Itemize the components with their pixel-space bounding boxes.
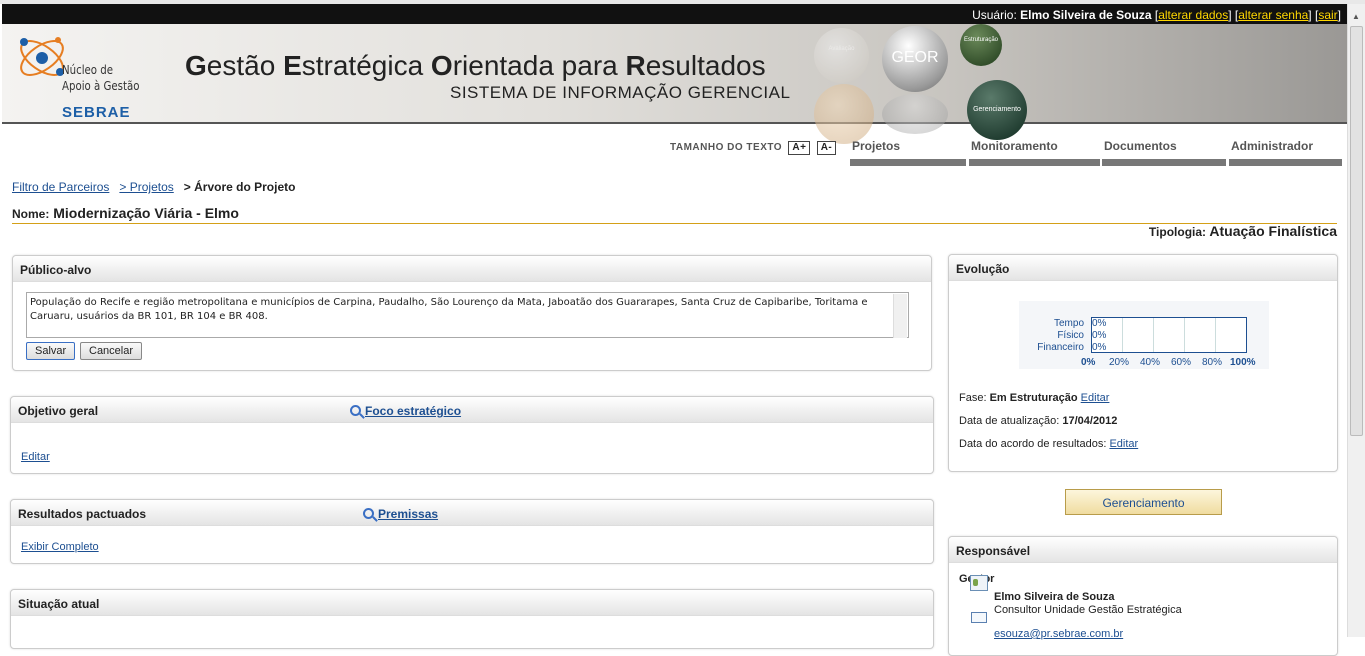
cancel-button[interactable]: Cancelar <box>80 342 143 360</box>
exibir-completo-link[interactable]: Exibir Completo <box>21 541 99 553</box>
logo-text: Núcleo de Apoio à Gestão <box>62 63 140 93</box>
breadcrumb-current: > Árvore do Projeto <box>183 180 296 194</box>
user-name: Elmo Silveira de Souza <box>1020 8 1152 22</box>
sphere-avaliacao-2 <box>814 84 874 144</box>
chart-tick: 100% <box>1230 357 1256 368</box>
evolucao-panel: Evolução Tempo Físico Financeiro 0% 0% 0… <box>948 254 1338 472</box>
text-size-control: TAMANHO DO TEXTO A+ A- <box>670 141 837 155</box>
sphere-geor: GEOR <box>882 26 948 92</box>
chart-value-tempo: 0% <box>1092 318 1107 329</box>
textarea-scrollbar[interactable] <box>893 294 907 338</box>
fase-info: Fase: Em Estruturação Editar <box>959 392 1110 404</box>
save-button[interactable]: Salvar <box>26 342 76 360</box>
chart-tick: 20% <box>1109 357 1130 368</box>
chart-tick: 60% <box>1171 357 1192 368</box>
chart-tick: 80% <box>1202 357 1223 368</box>
progress-chart: Tempo Físico Financeiro 0% 0% 0% 0% 20% … <box>1019 301 1269 369</box>
publico-alvo-panel: Público-alvo População do Recife e regiã… <box>12 255 932 371</box>
logo-brand: SEBRAE <box>62 104 131 121</box>
magnifier-icon <box>350 405 361 416</box>
evolucao-title: Evolução <box>949 255 1337 281</box>
chart-label-fisico: Físico <box>1057 330 1084 341</box>
nav-documentos[interactable]: Documentos <box>1102 139 1226 166</box>
chart-tick: 40% <box>1140 357 1161 368</box>
responsavel-position: Consultor Unidade Gestão Estratégica <box>994 604 1182 616</box>
gerenciamento-button[interactable]: Gerenciamento <box>1065 489 1222 515</box>
sphere-estruturacao: Estruturação <box>960 24 1002 66</box>
responsavel-panel: Responsável Gestor Elmo Silveira de Souz… <box>948 536 1338 656</box>
chart-label-tempo: Tempo <box>1053 318 1084 329</box>
breadcrumb-projetos[interactable]: > Projetos <box>119 180 173 194</box>
user-card-icon <box>970 575 988 591</box>
objetivo-geral-panel: Objetivo geral Foco estratégico Editar <box>10 396 934 474</box>
objetivo-geral-title: Objetivo geral <box>18 404 99 418</box>
nav-monitoramento[interactable]: Monitoramento <box>969 139 1100 166</box>
sphere-avaliacao: Avaliação <box>814 28 869 83</box>
objetivo-edit-link[interactable]: Editar <box>21 451 50 463</box>
page-main-title: Gestão Estratégica Orientada para Result… <box>185 50 766 81</box>
atualizacao-info: Data de atualização: 17/04/2012 <box>959 415 1118 427</box>
scroll-thumb[interactable] <box>1350 26 1363 436</box>
header-banner: Núcleo de Apoio à Gestão SEBRAE Gestão E… <box>2 24 1347 144</box>
publico-alvo-textarea[interactable]: População do Recife e região metropolita… <box>26 292 909 338</box>
user-bar: Usuário: Elmo Silveira de Souza [alterar… <box>2 4 1347 24</box>
resultados-pactuados-panel: Resultados pactuados Premissas Exibir Co… <box>10 499 934 564</box>
chart-grid <box>1091 317 1247 353</box>
scroll-up-icon[interactable]: ▲ <box>1352 12 1360 21</box>
page-scrollbar[interactable]: ▲ <box>1347 4 1365 637</box>
foco-estrategico-link[interactable]: Foco estratégico <box>350 404 461 418</box>
situacao-atual-panel: Situação atual <box>10 589 934 649</box>
chart-label-financeiro: Financeiro <box>1037 342 1084 353</box>
acordo-edit-link[interactable]: Editar <box>1109 438 1138 450</box>
breadcrumb: Filtro de Parceiros > Projetos > Árvore … <box>12 180 295 194</box>
chart-tick: 0% <box>1081 357 1096 368</box>
chart-value-financeiro: 0% <box>1092 342 1107 353</box>
sphere-geor-shadow <box>882 94 948 134</box>
situacao-title: Situação atual <box>11 590 933 616</box>
magnifier-icon <box>363 508 374 519</box>
responsavel-name: Elmo Silveira de Souza <box>994 591 1115 603</box>
text-increase-button[interactable]: A+ <box>788 141 811 155</box>
mail-icon <box>971 612 987 623</box>
nav-projetos[interactable]: Projetos <box>850 139 966 166</box>
acordo-info: Data do acordo de resultados: Editar <box>959 438 1139 450</box>
project-tipologia: Tipologia: Atuação Finalística <box>1148 223 1337 239</box>
resultados-title: Resultados pactuados <box>18 507 147 521</box>
publico-alvo-title: Público-alvo <box>13 256 931 282</box>
sphere-gerenciamento: Gerenciamento <box>967 80 1027 140</box>
sair-link[interactable]: sair <box>1318 8 1337 22</box>
alterar-dados-link[interactable]: alterar dados <box>1158 8 1228 22</box>
fase-edit-link[interactable]: Editar <box>1081 392 1110 404</box>
page-subtitle: SISTEMA DE INFORMAÇÃO GERENCIAL <box>450 83 791 102</box>
nav-administrador[interactable]: Administrador <box>1229 139 1342 166</box>
text-decrease-button[interactable]: A- <box>816 141 837 155</box>
responsavel-email-link[interactable]: esouza@pr.sebrae.com.br <box>994 628 1123 640</box>
user-label: Usuário: <box>972 8 1017 22</box>
breadcrumb-filtro-parceiros[interactable]: Filtro de Parceiros <box>12 180 109 194</box>
premissas-link[interactable]: Premissas <box>363 507 438 521</box>
project-name: Nome: Miodernização Viária - Elmo <box>12 205 1337 224</box>
alterar-senha-link[interactable]: alterar senha <box>1238 8 1308 22</box>
chart-value-fisico: 0% <box>1092 330 1107 341</box>
responsavel-title: Responsável <box>949 537 1337 563</box>
